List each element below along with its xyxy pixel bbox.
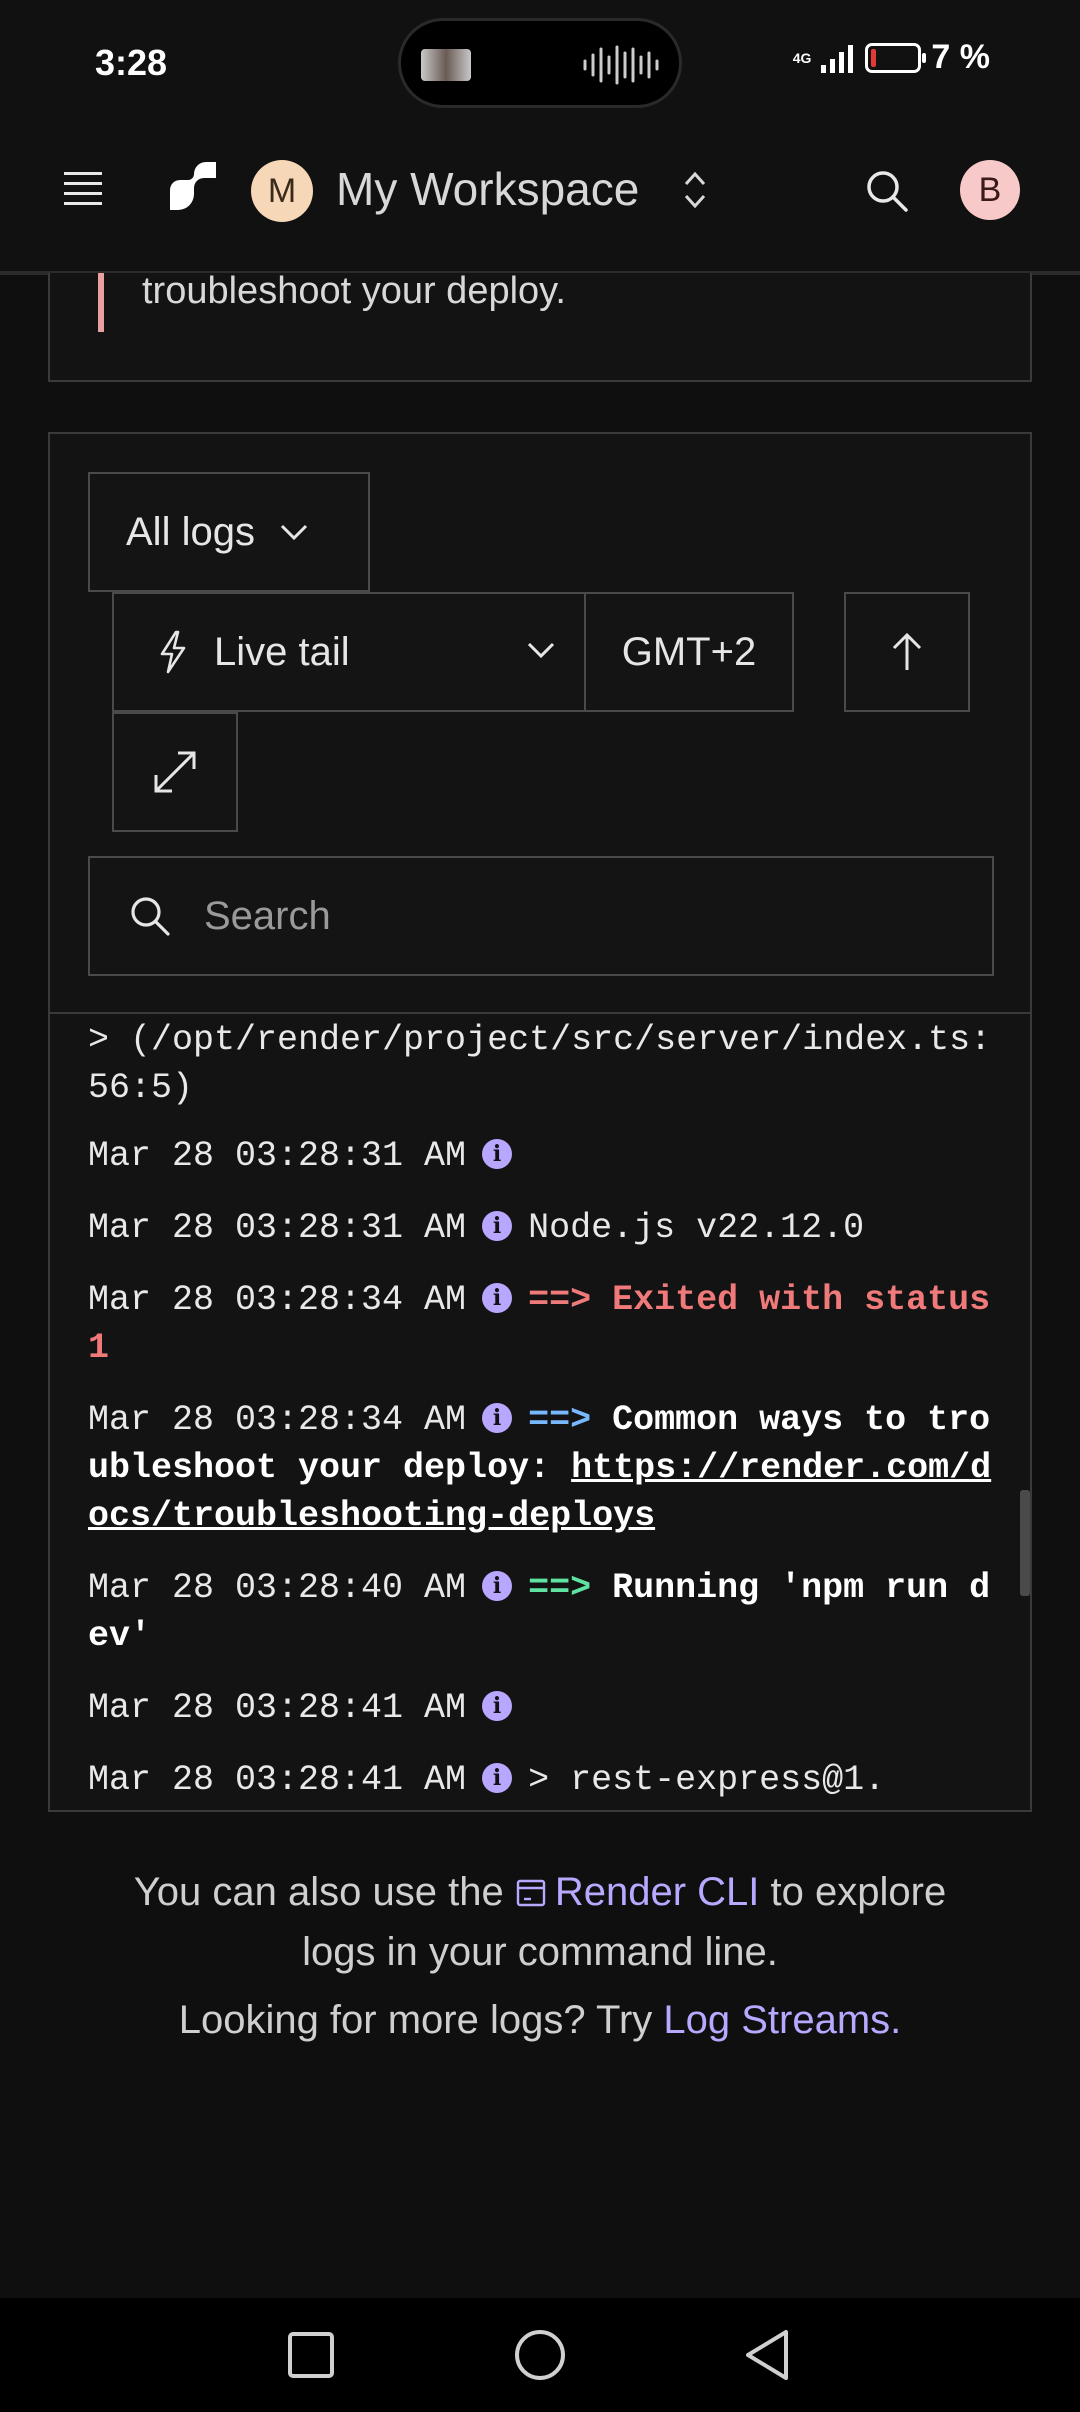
- log-output[interactable]: > (/opt/render/project/src/server/index.…: [50, 1014, 1030, 1812]
- log-arrow: ==>: [528, 1568, 592, 1608]
- log-streams-hint: Looking for more logs? Try Log Streams.: [0, 1998, 1080, 2043]
- menu-icon[interactable]: [64, 172, 102, 212]
- cli-hint: You can also use the Render CLI to explo…: [0, 1862, 1080, 1982]
- log-streams-link[interactable]: Log Streams.: [663, 1998, 901, 2042]
- expand-button[interactable]: [112, 712, 238, 832]
- media-thumbnail-icon: [421, 49, 471, 81]
- status-time: 3:28: [95, 42, 168, 83]
- info-icon: i: [482, 1691, 513, 1721]
- info-icon: i: [482, 1139, 513, 1169]
- log-timestamp: Mar 28 03:28:31 AM: [88, 1136, 467, 1176]
- chevron-down-icon: [280, 524, 308, 541]
- log-timestamp: Mar 28 03:28:41 AM: [88, 1760, 467, 1800]
- log-text: > (/opt/render/project/src/server/index.…: [88, 1020, 992, 1108]
- system-nav-bar: [0, 2298, 1080, 2412]
- log-line: > (/opt/render/project/src/server/index.…: [88, 1016, 998, 1112]
- battery-icon: [865, 42, 927, 73]
- timezone-label: GMT+2: [621, 629, 757, 674]
- logs-panel: All logs Live tail GMT+2 Search > (/opt/…: [48, 432, 1032, 1812]
- live-tail-dropdown[interactable]: Live tail: [112, 592, 586, 712]
- log-line: Mar 28 03:28:34 AM i ==> Common ways to tr…: [88, 1396, 998, 1540]
- log-timestamp: Mar 28 03:28:34 AM: [88, 1400, 467, 1440]
- log-line: Mar 28 03:28:31 AM i Node.js v22.12.0: [88, 1204, 998, 1252]
- search-placeholder: Search: [204, 893, 331, 938]
- user-avatar[interactable]: B: [960, 160, 1020, 220]
- expand-icon: [154, 751, 196, 793]
- alert-text: troubleshoot your deploy.: [142, 270, 566, 312]
- info-icon: i: [482, 1283, 513, 1313]
- audio-wave-icon: [583, 45, 659, 85]
- cli-hint-suffix: to explore: [770, 1870, 947, 1914]
- log-search-input[interactable]: Search: [88, 856, 994, 976]
- timezone-button[interactable]: GMT+2: [584, 592, 794, 712]
- info-icon: i: [482, 1763, 513, 1793]
- log-timestamp: Mar 28 03:28:31 AM: [88, 1208, 467, 1248]
- recents-icon[interactable]: [284, 2328, 338, 2382]
- search-icon[interactable]: [864, 168, 910, 214]
- status-indicators: 4G 7 %: [793, 38, 990, 77]
- log-timestamp: Mar 28 03:28:41 AM: [88, 1688, 467, 1728]
- log-scrollbar[interactable]: [1020, 1490, 1030, 1596]
- log-message: > rest-express@1.: [528, 1760, 886, 1800]
- signal-icon: [821, 44, 854, 73]
- terminal-window-icon: [516, 1879, 546, 1907]
- info-icon: i: [482, 1403, 513, 1433]
- battery-percent: 7 %: [931, 38, 990, 76]
- log-arrow: ==>: [528, 1280, 592, 1320]
- back-icon[interactable]: [742, 2328, 796, 2382]
- chevron-updown-icon[interactable]: [682, 168, 708, 212]
- arrow-up-icon: [892, 632, 922, 670]
- log-line: Mar 28 03:28:40 AM i ==> Running 'npm run …: [88, 1564, 998, 1660]
- log-filter-label: All logs: [126, 509, 255, 554]
- streams-prefix: Looking for more logs? Try: [178, 1998, 653, 2042]
- log-arrow: ==>: [528, 1400, 592, 1440]
- dynamic-island: [398, 18, 682, 108]
- render-cli-link[interactable]: Render CLI: [555, 1870, 760, 1914]
- live-tail-label: Live tail: [214, 629, 350, 674]
- log-line: Mar 28 03:28:41 AM i: [88, 1684, 998, 1732]
- info-icon: i: [482, 1211, 513, 1241]
- status-bar: 3:28 4G 7 %: [0, 0, 1080, 120]
- lightning-icon: [160, 630, 186, 674]
- home-icon[interactable]: [513, 2328, 567, 2382]
- log-timestamp: Mar 28 03:28:34 AM: [88, 1280, 467, 1320]
- network-type: 4G: [792, 49, 812, 66]
- workspace-name[interactable]: My Workspace: [336, 162, 639, 216]
- render-logo-icon[interactable]: [166, 160, 218, 212]
- log-filter-dropdown[interactable]: All logs: [88, 472, 370, 592]
- info-icon: i: [482, 1571, 513, 1601]
- log-line: Mar 28 03:28:34 AM i ==> Exited with statu…: [88, 1276, 998, 1372]
- cli-hint-prefix: You can also use the: [133, 1870, 504, 1914]
- cli-hint-line2: logs in your command line.: [302, 1930, 778, 1974]
- log-line: Mar 28 03:28:41 AM i > rest-express@1.: [88, 1756, 998, 1804]
- chevron-down-icon: [527, 642, 555, 659]
- search-icon: [131, 897, 170, 936]
- workspace-avatar[interactable]: M: [251, 160, 313, 222]
- log-message: Node.js v22.12.0: [528, 1208, 865, 1248]
- scroll-to-top-button[interactable]: [844, 592, 970, 712]
- log-timestamp: Mar 28 03:28:40 AM: [88, 1568, 467, 1608]
- log-line: Mar 28 03:28:31 AM i: [88, 1132, 998, 1180]
